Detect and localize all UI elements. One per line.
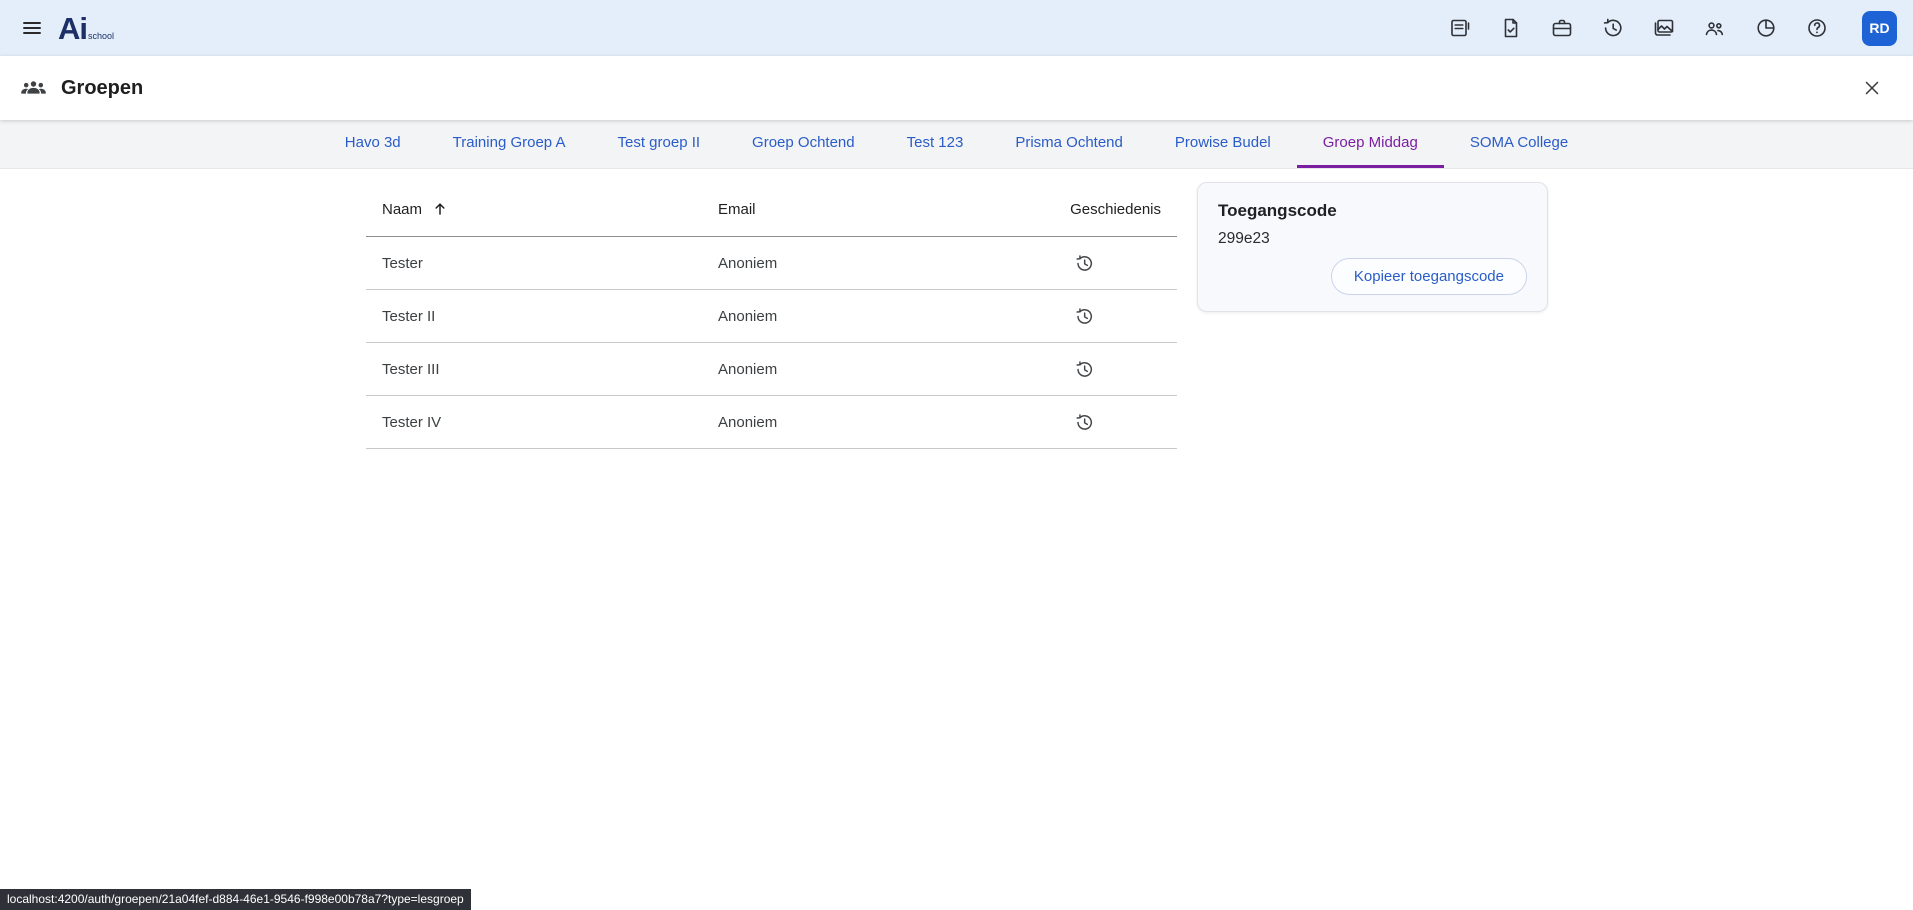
topbar: Ai school [0,0,1913,56]
grading-icon [1499,16,1523,40]
column-header-email[interactable]: Email [718,182,1066,237]
row-history-button[interactable] [1070,355,1099,384]
group-tab-bar: Havo 3d Training Groep A Test groep II G… [0,120,1913,169]
table-row: Tester II Anoniem [366,290,1177,343]
page-title: Groepen [61,77,143,100]
member-name: Tester II [366,290,718,343]
close-icon [1861,77,1883,99]
app-logo[interactable]: Ai school [58,15,114,42]
tab-prisma-ochtend[interactable]: Prisma Ochtend [989,120,1149,168]
history-icon [1074,359,1095,380]
members-table: Naam Email Geschiedenis Tester Anoniem [366,182,1177,449]
logo-subtext: school [88,31,114,41]
tab-test-123[interactable]: Test 123 [881,120,990,168]
table-row: Tester IV Anoniem [366,396,1177,449]
tab-test-groep-ii[interactable]: Test groep II [592,120,727,168]
assignment-icon [1448,16,1472,40]
row-history-button[interactable] [1070,302,1099,331]
tab-prowise-budel[interactable]: Prowise Budel [1149,120,1297,168]
member-email: Anoniem [718,290,1066,343]
menu-button[interactable] [16,12,48,44]
help-icon [1805,16,1829,40]
member-name: Tester [366,237,718,290]
table-row: Tester III Anoniem [366,343,1177,396]
tab-havo-3d[interactable]: Havo 3d [319,120,427,168]
assignments-button[interactable] [1444,12,1476,44]
column-header-geschiedenis: Geschiedenis [1066,182,1177,237]
tab-groep-ochtend[interactable]: Groep Ochtend [726,120,881,168]
access-code-value: 299e23 [1218,230,1527,248]
table-header-row: Naam Email Geschiedenis [366,182,1177,237]
member-email: Anoniem [718,237,1066,290]
page-header: Groepen [0,56,1913,120]
row-history-button[interactable] [1070,408,1099,437]
tab-soma-college[interactable]: SOMA College [1444,120,1594,168]
gallery-icon [1652,16,1676,40]
groups-button[interactable] [1699,12,1731,44]
logo-text: Ai [58,15,87,42]
link-preview-statusbar: localhost:4200/auth/groepen/21a04fef-d88… [0,889,471,910]
topbar-actions: RD [1444,11,1897,46]
member-name: Tester IV [366,396,718,449]
member-email: Anoniem [718,343,1066,396]
reports-button[interactable] [1750,12,1782,44]
hamburger-icon [20,16,44,40]
grading-button[interactable] [1495,12,1527,44]
access-code-actions: Kopieer toegangscode [1218,258,1527,295]
user-avatar[interactable]: RD [1862,11,1897,46]
briefcase-icon [1550,16,1574,40]
briefcase-button[interactable] [1546,12,1578,44]
column-header-naam[interactable]: Naam [366,182,718,237]
sort-asc-icon [432,201,448,217]
copy-access-code-button[interactable]: Kopieer toegangscode [1331,258,1527,295]
groups-icon [1703,16,1727,40]
access-code-card: Toegangscode 299e23 Kopieer toegangscode [1197,182,1548,312]
groups-title-icon [20,75,47,102]
member-email: Anoniem [718,396,1066,449]
column-label-naam: Naam [382,201,422,218]
row-history-button[interactable] [1070,249,1099,278]
history-icon [1074,253,1095,274]
history-icon [1074,412,1095,433]
main-content: Naam Email Geschiedenis Tester Anoniem [0,169,1913,910]
tab-groep-middag[interactable]: Groep Middag [1297,120,1444,168]
pie-chart-icon [1754,16,1778,40]
gallery-button[interactable] [1648,12,1680,44]
history-icon [1601,16,1625,40]
tab-training-groep-a[interactable]: Training Groep A [427,120,592,168]
member-name: Tester III [366,343,718,396]
access-code-title: Toegangscode [1218,201,1527,221]
history-button-topbar[interactable] [1597,12,1629,44]
table-row: Tester Anoniem [366,237,1177,290]
close-button[interactable] [1857,73,1887,103]
history-icon [1074,306,1095,327]
help-button[interactable] [1801,12,1833,44]
